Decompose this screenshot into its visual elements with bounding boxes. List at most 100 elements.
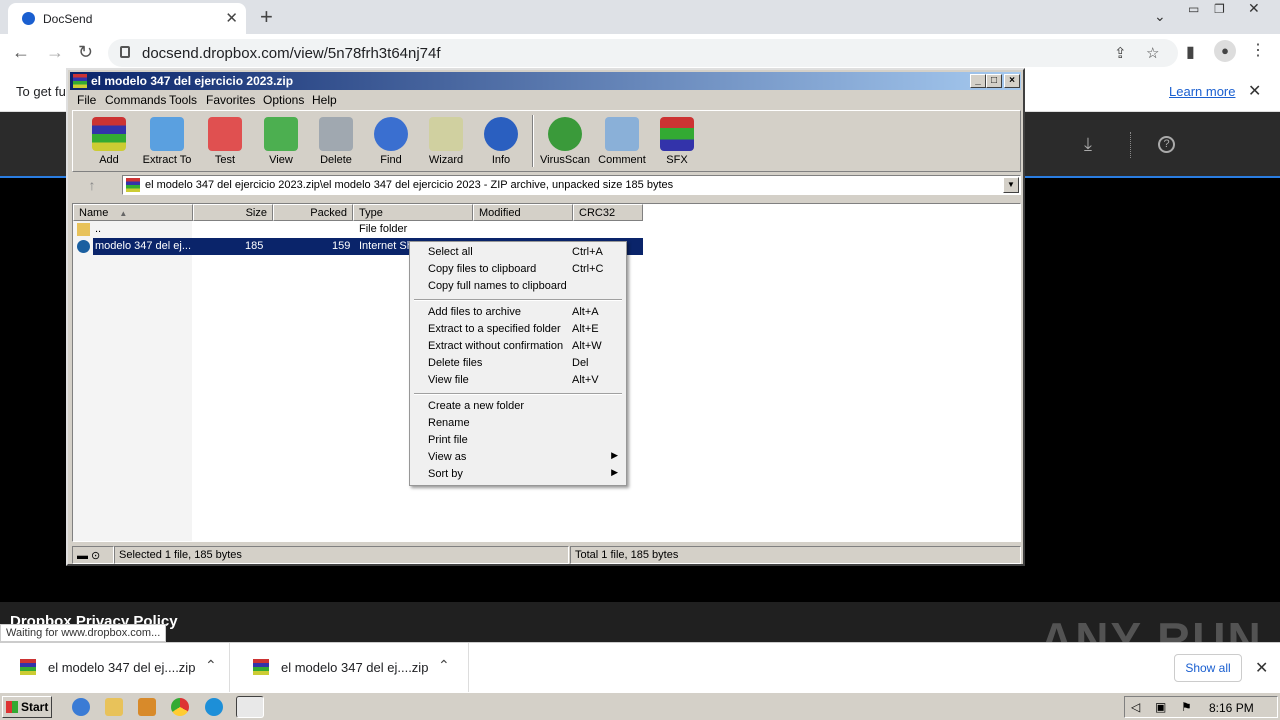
chrome-icon[interactable] bbox=[171, 698, 189, 716]
omnibox[interactable]: docsend.dropbox.com/view/5n78frh3t64nj74… bbox=[108, 39, 1178, 67]
column-type[interactable]: Type bbox=[353, 204, 473, 221]
new-tab-icon[interactable]: + bbox=[260, 4, 273, 30]
menu-item-print-file[interactable]: Print file bbox=[410, 432, 626, 449]
column-packed[interactable]: Packed bbox=[273, 204, 353, 221]
column-size[interactable]: Size bbox=[193, 204, 273, 221]
test-label: Test bbox=[214, 154, 236, 166]
winrar-archive-icon bbox=[253, 659, 269, 675]
forward-icon[interactable]: → bbox=[46, 42, 64, 63]
add-icon bbox=[92, 117, 126, 151]
menu-item-create-folder[interactable]: Create a new folder bbox=[410, 398, 626, 415]
winrar-taskbar-button[interactable] bbox=[236, 696, 264, 718]
side-panel-icon[interactable]: ▮ bbox=[1186, 42, 1195, 62]
maximize-button[interactable]: □ bbox=[986, 74, 1002, 88]
comment-button[interactable]: Comment bbox=[594, 117, 650, 166]
menu-item-copy-full-names[interactable]: Copy full names to clipboard bbox=[410, 278, 626, 295]
menu-item-extract-without-confirmation[interactable]: Extract without confirmation Alt+W bbox=[410, 338, 626, 355]
chevron-up-icon[interactable]: ⌃ bbox=[438, 657, 450, 674]
add-button[interactable]: Add bbox=[81, 117, 137, 166]
volume-icon[interactable]: ◁ bbox=[1131, 700, 1140, 714]
docsend-favicon-icon bbox=[22, 12, 35, 25]
menu-bar: File Commands Tools Favorites Options He… bbox=[70, 91, 1021, 109]
close-button[interactable]: × bbox=[1004, 74, 1020, 88]
minimize-icon[interactable]: ▭ bbox=[1188, 2, 1199, 16]
menu-favorites[interactable]: Favorites bbox=[206, 93, 255, 107]
menu-item-shortcut: Alt+A bbox=[572, 306, 599, 318]
menu-item-extract-to[interactable]: Extract to a specified folder Alt+E bbox=[410, 321, 626, 338]
close-window-icon[interactable]: ✕ bbox=[1248, 0, 1260, 17]
chevron-down-icon[interactable]: ⌄ bbox=[1154, 8, 1166, 25]
learn-more-link[interactable]: Learn more bbox=[1169, 84, 1235, 99]
show-all-button[interactable]: Show all bbox=[1174, 654, 1242, 682]
winrar-icon bbox=[73, 74, 87, 88]
menu-item-delete-files[interactable]: Delete files Del bbox=[410, 355, 626, 372]
menu-item-view-as[interactable]: View as ▶ bbox=[410, 449, 626, 466]
menu-tools[interactable]: Tools bbox=[169, 93, 197, 107]
menu-item-shortcut: Ctrl+A bbox=[572, 246, 603, 258]
virusscan-button[interactable]: VirusScan bbox=[537, 117, 593, 166]
sfx-button[interactable]: SFX bbox=[649, 117, 705, 166]
media-player-icon[interactable] bbox=[138, 698, 156, 716]
more-menu-icon[interactable]: ⋮ bbox=[1250, 40, 1266, 60]
start-button[interactable]: Start bbox=[2, 696, 52, 718]
close-shelf-icon[interactable]: ✕ bbox=[1255, 658, 1268, 678]
close-tab-icon[interactable]: ✕ bbox=[225, 9, 238, 27]
url-text[interactable]: docsend.dropbox.com/view/5n78frh3t64nj74… bbox=[142, 45, 441, 62]
browser-tab[interactable]: DocSend ✕ bbox=[8, 3, 246, 34]
explorer-icon[interactable] bbox=[105, 698, 123, 716]
virusscan-label: VirusScan bbox=[540, 154, 590, 166]
menu-item-view-file[interactable]: View file Alt+V bbox=[410, 372, 626, 389]
menu-item-rename[interactable]: Rename bbox=[410, 415, 626, 432]
test-button[interactable]: Test bbox=[197, 117, 253, 166]
bookmark-star-icon[interactable]: ☆ bbox=[1146, 44, 1159, 62]
wizard-button[interactable]: Wizard bbox=[418, 117, 474, 166]
share-icon[interactable]: ⇪ bbox=[1114, 44, 1127, 62]
column-crc32[interactable]: CRC32 bbox=[573, 204, 643, 221]
find-button[interactable]: Find bbox=[363, 117, 419, 166]
windows-flag-icon bbox=[6, 701, 18, 713]
infobar-close-icon[interactable]: ✕ bbox=[1248, 81, 1261, 101]
menu-item-add-files[interactable]: Add files to archive Alt+A bbox=[410, 304, 626, 321]
back-icon[interactable]: ← bbox=[12, 42, 30, 63]
find-label: Find bbox=[380, 154, 402, 166]
restore-icon[interactable]: ❐ bbox=[1214, 2, 1225, 16]
menu-item-sort-by[interactable]: Sort by ▶ bbox=[410, 466, 626, 483]
menu-help[interactable]: Help bbox=[312, 93, 337, 107]
download-item[interactable]: el modelo 347 del ej....zip ⌃ bbox=[233, 643, 469, 692]
extract-to-button[interactable]: Extract To bbox=[139, 117, 195, 166]
menu-item-copy-files[interactable]: Copy files to clipboard Ctrl+C bbox=[410, 261, 626, 278]
menu-commands[interactable]: Commands bbox=[105, 93, 166, 107]
info-button[interactable]: Info bbox=[473, 117, 529, 166]
edge-icon[interactable] bbox=[205, 698, 223, 716]
menu-item-label: Delete files bbox=[428, 357, 483, 369]
chevron-up-icon[interactable]: ⌃ bbox=[205, 657, 217, 674]
status-right: Total 1 file, 185 bytes bbox=[570, 546, 1021, 564]
download-item[interactable]: el modelo 347 del ej....zip ⌃ bbox=[0, 643, 230, 692]
lock-icon[interactable] bbox=[120, 46, 130, 58]
minimize-button[interactable]: _ bbox=[970, 74, 986, 88]
menu-item-label: Print file bbox=[428, 434, 468, 446]
menu-file[interactable]: File bbox=[77, 93, 96, 107]
download-icon[interactable]: ⤓ bbox=[1084, 134, 1092, 155]
table-row[interactable]: .. File folder bbox=[73, 221, 1020, 238]
path-combobox[interactable]: el modelo 347 del ejercicio 2023.zip\el … bbox=[122, 175, 1021, 195]
profile-icon[interactable]: ● bbox=[1214, 40, 1236, 62]
menu-options[interactable]: Options bbox=[263, 93, 304, 107]
ie-icon[interactable] bbox=[72, 698, 90, 716]
clock: 8:16 PM bbox=[1209, 701, 1254, 715]
up-arrow-icon[interactable]: ↑ bbox=[72, 174, 112, 196]
reload-icon[interactable]: ↻ bbox=[78, 42, 93, 63]
network-icon[interactable]: ▣ bbox=[1155, 700, 1166, 714]
delete-button[interactable]: Delete bbox=[308, 117, 364, 166]
menu-item-select-all[interactable]: Select all Ctrl+A bbox=[410, 244, 626, 261]
flag-icon[interactable]: ⚑ bbox=[1181, 700, 1192, 714]
drive-icon[interactable]: ▬ ⊙ bbox=[72, 546, 114, 564]
menu-item-shortcut: Ctrl+C bbox=[572, 263, 604, 275]
menu-item-label: Copy files to clipboard bbox=[428, 263, 537, 275]
help-icon[interactable]: ? bbox=[1158, 136, 1175, 153]
column-modified[interactable]: Modified bbox=[473, 204, 573, 221]
view-button[interactable]: View bbox=[253, 117, 309, 166]
column-name[interactable]: Name ▲ bbox=[73, 204, 193, 221]
window-title-bar[interactable]: el modelo 347 del ejercicio 2023.zip _ □… bbox=[70, 72, 1021, 90]
dropdown-arrow-icon[interactable]: ▼ bbox=[1003, 177, 1019, 193]
